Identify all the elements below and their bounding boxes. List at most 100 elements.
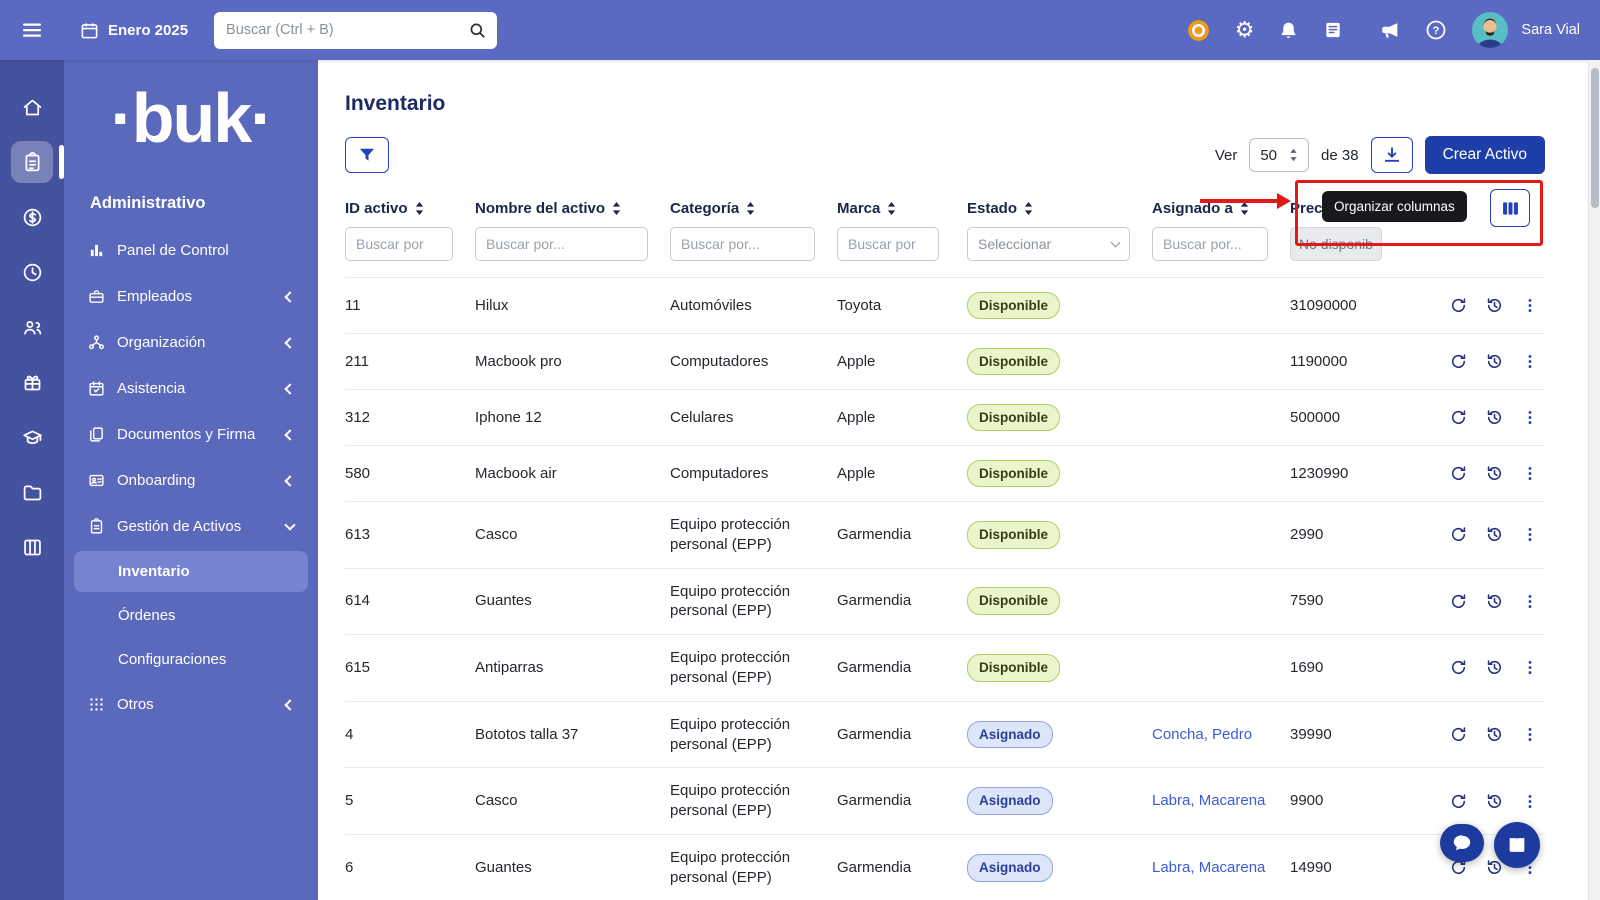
chat-button[interactable] bbox=[1440, 824, 1484, 862]
sync-icon[interactable] bbox=[1449, 408, 1468, 427]
sync-icon[interactable] bbox=[1449, 792, 1468, 811]
sort-icon[interactable] bbox=[746, 202, 755, 215]
sidebar-item-otros[interactable]: Otros bbox=[74, 683, 308, 726]
row-menu-icon[interactable] bbox=[1521, 525, 1539, 544]
column-header-marca[interactable]: Marca bbox=[837, 200, 967, 217]
rewards-icon[interactable] bbox=[1186, 18, 1211, 43]
sidebar-item-organizacion[interactable]: Organización bbox=[74, 321, 308, 364]
assigned-person-link[interactable]: Labra, Macarena bbox=[1152, 792, 1265, 809]
megaphone-icon[interactable] bbox=[1379, 19, 1401, 41]
hamburger-menu-icon[interactable] bbox=[0, 18, 64, 42]
grad-icon bbox=[22, 427, 43, 448]
assigned-person-link[interactable]: Concha, Pedro bbox=[1152, 726, 1252, 743]
search-icon[interactable] bbox=[460, 21, 487, 40]
row-menu-icon[interactable] bbox=[1521, 408, 1539, 427]
rail-item-payroll[interactable] bbox=[11, 196, 53, 238]
assigned-person-link[interactable]: Labra, Macarena bbox=[1152, 859, 1265, 876]
cell-id-activo: 211 bbox=[345, 339, 475, 385]
history-icon[interactable] bbox=[1485, 296, 1504, 315]
rail-item-home[interactable] bbox=[11, 86, 53, 128]
history-icon[interactable] bbox=[1485, 352, 1504, 371]
avatar[interactable] bbox=[1471, 11, 1509, 49]
page-size-select[interactable]: 50 bbox=[1249, 138, 1309, 172]
cell-precio: 9900 bbox=[1290, 778, 1418, 824]
bell-icon[interactable] bbox=[1278, 20, 1299, 41]
row-menu-icon[interactable] bbox=[1521, 296, 1539, 315]
sync-icon[interactable] bbox=[1449, 525, 1468, 544]
table-row: 614GuantesEquipo protección personal (EP… bbox=[345, 569, 1545, 636]
column-header-asignado[interactable]: Asignado a bbox=[1152, 200, 1290, 217]
rail-item-time[interactable] bbox=[11, 251, 53, 293]
cell-id-activo: 312 bbox=[345, 395, 475, 441]
sort-icon[interactable] bbox=[415, 202, 424, 215]
columns-button[interactable] bbox=[1490, 189, 1530, 227]
row-menu-icon[interactable] bbox=[1521, 792, 1539, 811]
filter-marca-input[interactable] bbox=[837, 227, 939, 261]
search-input[interactable] bbox=[226, 22, 460, 38]
history-icon[interactable] bbox=[1485, 658, 1504, 677]
sync-icon[interactable] bbox=[1449, 658, 1468, 677]
toolbar-right: Ver 50 de 38 Crear Activo bbox=[1215, 136, 1545, 174]
scrollbar-thumb[interactable] bbox=[1591, 68, 1599, 208]
sidebar-item-inventario[interactable]: Inventario bbox=[74, 551, 308, 592]
column-header-nombre[interactable]: Nombre del activo bbox=[475, 200, 670, 217]
gear-icon[interactable]: ⚙ bbox=[1235, 19, 1255, 41]
sync-icon[interactable] bbox=[1449, 352, 1468, 371]
filter-estado-select[interactable]: Seleccionar bbox=[967, 227, 1130, 261]
sort-icon[interactable] bbox=[1024, 202, 1033, 215]
column-header-id-activo[interactable]: ID activo bbox=[345, 200, 475, 217]
column-header-estado[interactable]: Estado bbox=[967, 200, 1152, 217]
sync-icon[interactable] bbox=[1449, 725, 1468, 744]
sync-icon[interactable] bbox=[1449, 464, 1468, 483]
row-menu-icon[interactable] bbox=[1521, 725, 1539, 744]
history-icon[interactable] bbox=[1485, 725, 1504, 744]
row-menu-icon[interactable] bbox=[1521, 592, 1539, 611]
rail-item-inventory[interactable] bbox=[11, 141, 53, 183]
sidebar-item-ordenes[interactable]: Órdenes bbox=[74, 595, 308, 636]
rail-item-training[interactable] bbox=[11, 416, 53, 458]
rail-item-people[interactable] bbox=[11, 306, 53, 348]
filter-button[interactable] bbox=[345, 137, 389, 173]
date-selector[interactable]: Enero 2025 bbox=[80, 21, 188, 40]
sidebar-item-asistencia[interactable]: Asistencia bbox=[74, 367, 308, 410]
sidebar-item-gestion-de-activos[interactable]: Gestión de Activos bbox=[74, 505, 308, 548]
row-menu-icon[interactable] bbox=[1521, 464, 1539, 483]
history-icon[interactable] bbox=[1485, 464, 1504, 483]
history-icon[interactable] bbox=[1485, 525, 1504, 544]
table-row: 4Bototos talla 37Equipo protección perso… bbox=[345, 702, 1545, 769]
scrollbar[interactable] bbox=[1588, 60, 1600, 900]
history-icon[interactable] bbox=[1485, 408, 1504, 427]
cell-categoria: Equipo protección personal (EPP) bbox=[670, 502, 837, 568]
filter-id-input[interactable] bbox=[345, 227, 453, 261]
sort-icon[interactable] bbox=[887, 202, 896, 215]
rail-item-boards[interactable] bbox=[11, 526, 53, 568]
help-icon[interactable]: ? bbox=[1425, 19, 1447, 41]
row-menu-icon[interactable] bbox=[1521, 658, 1539, 677]
sidebar-item-documentos-y-firma[interactable]: Documentos y Firma bbox=[74, 413, 308, 456]
cell-nombre: Iphone 12 bbox=[475, 395, 670, 441]
sidebar-item-panel-de-control[interactable]: Panel de Control bbox=[74, 229, 308, 272]
row-menu-icon[interactable] bbox=[1521, 352, 1539, 371]
sidebar-item-configuraciones[interactable]: Configuraciones bbox=[74, 639, 308, 680]
global-search[interactable] bbox=[214, 12, 497, 49]
download-button[interactable] bbox=[1371, 137, 1413, 173]
create-asset-button[interactable]: Crear Activo bbox=[1425, 136, 1545, 174]
history-icon[interactable] bbox=[1485, 792, 1504, 811]
news-icon[interactable] bbox=[1323, 20, 1343, 40]
sort-icon[interactable] bbox=[612, 202, 621, 215]
table-row: 6GuantesEquipo protección personal (EPP)… bbox=[345, 835, 1545, 900]
filter-nombre-input[interactable] bbox=[475, 227, 648, 261]
history-icon[interactable] bbox=[1485, 592, 1504, 611]
sync-icon[interactable] bbox=[1449, 296, 1468, 315]
user-name[interactable]: Sara Vial bbox=[1521, 22, 1580, 38]
rail-item-files[interactable] bbox=[11, 471, 53, 513]
sidebar-item-onboarding[interactable]: Onboarding bbox=[74, 459, 308, 502]
sync-icon[interactable] bbox=[1449, 592, 1468, 611]
help-center-button[interactable] bbox=[1494, 822, 1540, 868]
filter-asignado-input[interactable] bbox=[1152, 227, 1268, 261]
sidebar-item-empleados[interactable]: Empleados bbox=[74, 275, 308, 318]
filter-categoria-input[interactable] bbox=[670, 227, 815, 261]
column-header-categoria[interactable]: Categoría bbox=[670, 200, 837, 217]
rail-item-benefits[interactable] bbox=[11, 361, 53, 403]
sort-icon[interactable] bbox=[1240, 202, 1249, 215]
